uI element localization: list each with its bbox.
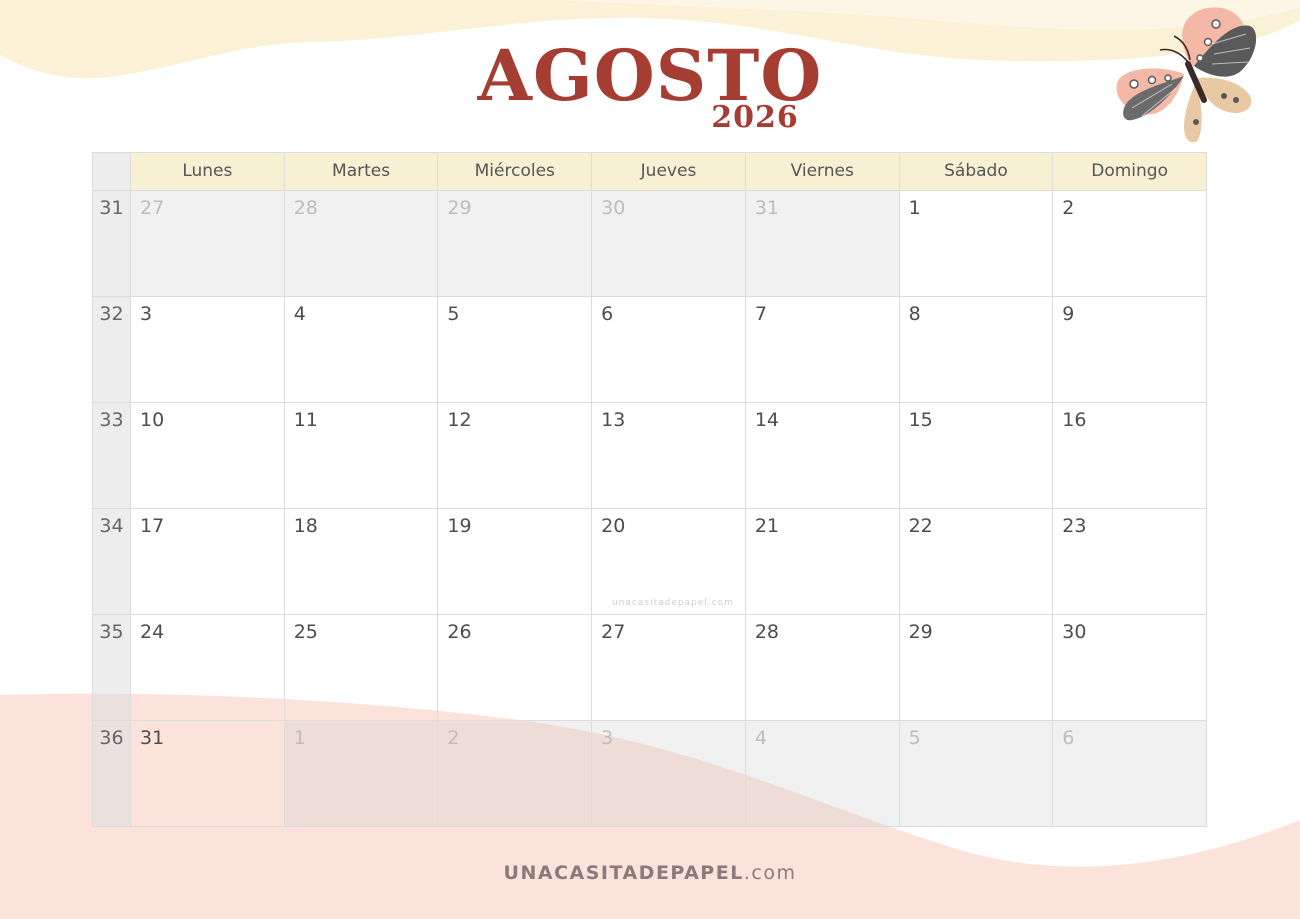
weekday-header-sabado: Sábado [899, 153, 1054, 191]
day-cell-other-month: 5 [899, 721, 1054, 827]
day-cell: 2 [1053, 191, 1207, 297]
day-cell-other-month: 29 [438, 191, 593, 297]
day-cell: 8 [899, 297, 1054, 403]
day-cell: 27 [592, 615, 746, 721]
day-cell: 25 [284, 615, 439, 721]
day-cell: 17 [131, 509, 285, 615]
week-number: 34 [93, 509, 131, 615]
day-cell: 15 [899, 403, 1054, 509]
footer-brand-suffix: .com [743, 862, 797, 884]
day-cell: 28 [745, 615, 900, 721]
day-cell-other-month: 31 [745, 191, 900, 297]
day-cell-other-month: 6 [1053, 721, 1207, 827]
day-cell: 31 [131, 721, 285, 827]
weekday-header-viernes: Viernes [745, 153, 900, 191]
month-title: AGOSTO [477, 34, 823, 117]
day-cell-other-month: 1 [284, 721, 439, 827]
footer-brand-name: UNACASITADEPAPEL [503, 862, 744, 884]
week-number: 35 [93, 615, 131, 721]
week-number-corner [93, 153, 131, 191]
weekday-header-lunes: Lunes [131, 153, 285, 191]
day-cell: 16 [1053, 403, 1207, 509]
week-number: 36 [93, 721, 131, 827]
day-cell: 18 [284, 509, 439, 615]
week-number: 32 [93, 297, 131, 403]
day-cell: 14 [745, 403, 900, 509]
day-cell: 4 [284, 297, 439, 403]
day-cell: 1 [899, 191, 1054, 297]
day-cell: 10 [131, 403, 285, 509]
day-cell: 22 [899, 509, 1054, 615]
day-cell-other-month: 4 [745, 721, 900, 827]
day-cell: 21 [745, 509, 900, 615]
weekday-header-domingo: Domingo [1053, 153, 1207, 191]
day-cell: 23 [1053, 509, 1207, 615]
day-cell: 24 [131, 615, 285, 721]
day-cell: 7 [745, 297, 900, 403]
day-cell: 5 [438, 297, 593, 403]
day-cell: 19 [438, 509, 593, 615]
day-cell: 13 [592, 403, 746, 509]
day-cell: 6 [592, 297, 746, 403]
day-cell: 3 [131, 297, 285, 403]
weekday-header-miercoles: Miércoles [438, 153, 593, 191]
day-cell-other-month: 30 [592, 191, 746, 297]
day-cell: 30 [1053, 615, 1207, 721]
weekday-header-jueves: Jueves [592, 153, 746, 191]
watermark-text: unacasitadepapel.com [612, 598, 734, 608]
day-cell: 11 [284, 403, 439, 509]
day-cell-other-month: 28 [284, 191, 439, 297]
year-label: 2026 [711, 100, 799, 135]
day-cell-other-month: 27 [131, 191, 285, 297]
footer-brand: UNACASITADEPAPEL.com [0, 862, 1300, 884]
day-cell-other-month: 2 [438, 721, 593, 827]
weekday-header-martes: Martes [284, 153, 439, 191]
day-cell: 29 [899, 615, 1054, 721]
day-cell-other-month: 3 [592, 721, 746, 827]
week-number: 31 [93, 191, 131, 297]
day-cell: 12 [438, 403, 593, 509]
calendar-grid: Lunes Martes Miércoles Jueves Viernes Sá… [92, 152, 1207, 827]
day-cell: 26 [438, 615, 593, 721]
week-number: 33 [93, 403, 131, 509]
butterfly-icon [1116, 7, 1257, 143]
day-cell: 9 [1053, 297, 1207, 403]
